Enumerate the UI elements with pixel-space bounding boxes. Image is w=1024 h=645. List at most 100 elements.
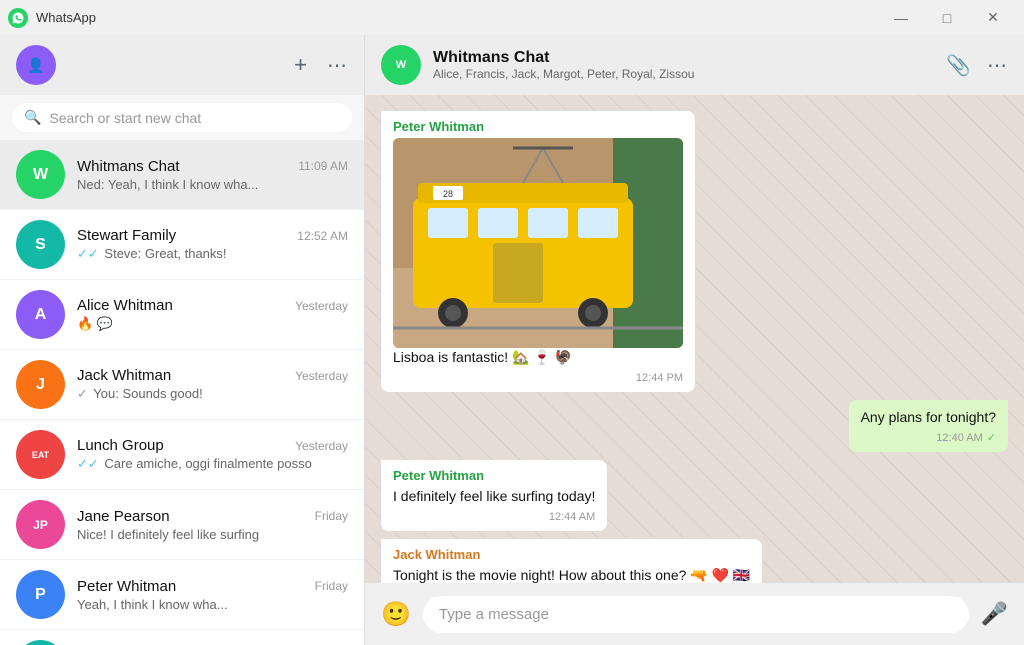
message-time: 12:44 PM: [636, 372, 683, 384]
chat-preview: 🔥 💬: [77, 316, 348, 332]
title-bar-left: WhatsApp: [8, 8, 96, 28]
message-check: ✓: [987, 431, 996, 444]
chat-info: Stewart Family 12:52 AM ✓✓ Steve: Great,…: [77, 227, 348, 262]
chat-preview: Nice! I definitely feel like surfing: [77, 527, 348, 542]
input-area: 🙂 🎤: [365, 583, 1024, 645]
chat-time: Yesterday: [295, 369, 348, 383]
chat-info: Peter Whitman Friday Yeah, I think I kno…: [77, 578, 348, 612]
chat-preview: Ned: Yeah, I think I know wha...: [77, 177, 348, 192]
user-avatar[interactable]: 👤: [16, 45, 56, 85]
chat-time: 11:09 AM: [298, 159, 348, 173]
search-bar: 🔍: [0, 95, 364, 140]
svg-text:28: 28: [443, 189, 453, 199]
chat-list-item-alice[interactable]: A Alice Whitman Yesterday 🔥 💬: [0, 280, 364, 350]
title-bar: WhatsApp — □ ✕: [0, 0, 1024, 35]
chat-info-top: Stewart Family 12:52 AM: [77, 227, 348, 244]
chat-avatar: W: [16, 150, 65, 199]
message-bubble-m4: Jack Whitman Tonight is the movie night! …: [381, 539, 762, 583]
chat-name: Lunch Group: [77, 437, 164, 454]
chat-info: Lunch Group Yesterday ✓✓ Care amiche, og…: [77, 437, 348, 472]
message-meta: 12:44 AM: [393, 511, 595, 523]
chat-preview: Yeah, I think I know wha...: [77, 597, 348, 612]
chat-list-item-jack[interactable]: J Jack Whitman Yesterday ✓ You: Sounds g…: [0, 350, 364, 420]
chat-area: W Whitmans Chat Alice, Francis, Jack, Ma…: [365, 35, 1024, 645]
chat-menu-button[interactable]: ⋯: [987, 53, 1008, 78]
search-input-wrap: 🔍: [12, 103, 352, 132]
chat-avatar: A: [16, 290, 65, 339]
chat-info: Alice Whitman Yesterday 🔥 💬: [77, 297, 348, 332]
message-text: Lisboa is fantastic! 🏡 🍷 🦃: [393, 348, 683, 368]
message-sender: Jack Whitman: [393, 547, 750, 562]
chat-avatar-img: W: [16, 150, 65, 199]
message-text: I definitely feel like surfing today!: [393, 487, 595, 507]
chat-preview: ✓ You: Sounds good!: [77, 386, 348, 402]
chat-name: Whitmans Chat: [77, 158, 180, 175]
search-input[interactable]: [49, 110, 340, 126]
chat-list-item-whitmans[interactable]: W Whitmans Chat 11:09 AM Ned: Yeah, I th…: [0, 140, 364, 210]
message-image: 28: [393, 138, 683, 348]
chat-name: Jane Pearson: [77, 508, 170, 525]
chat-time: 12:52 AM: [297, 229, 348, 243]
chat-list-item-lunch[interactable]: EAT Lunch Group Yesterday ✓✓ Care amiche…: [0, 420, 364, 490]
chat-name: Stewart Family: [77, 227, 176, 244]
message-time: 12:40 AM: [936, 432, 982, 444]
chat-preview: ✓✓ Care amiche, oggi finalmente posso: [77, 456, 348, 472]
message-text: Tonight is the movie night! How about th…: [393, 566, 750, 583]
message-text: Any plans for tonight?: [861, 408, 996, 428]
menu-button[interactable]: ⋯: [327, 52, 348, 78]
chat-avatar-img: S: [16, 220, 65, 269]
double-check-icon: ✓✓: [77, 456, 99, 471]
sidebar: 👤 + ⋯ 🔍 W Whitmans Chat 11:09 AM: [0, 35, 365, 645]
chat-info-top: Peter Whitman Friday: [77, 578, 348, 595]
close-button[interactable]: ✕: [970, 2, 1016, 34]
chat-avatar-img: EAT: [16, 430, 65, 479]
chat-name: Alice Whitman: [77, 297, 173, 314]
user-avatar-img: 👤: [16, 45, 56, 85]
chat-time: Yesterday: [295, 299, 348, 313]
chat-info: Jane Pearson Friday Nice! I definitely f…: [77, 508, 348, 542]
chat-avatar-img: J: [16, 360, 65, 409]
messages-area: Peter Whitman: [365, 95, 1024, 583]
chat-avatar-img: P: [16, 570, 65, 619]
window-controls: — □ ✕: [878, 2, 1016, 34]
chat-list-item-stewart[interactable]: S Stewart Family 12:52 AM ✓✓ Steve: Grea…: [0, 210, 364, 280]
chat-info-top: Alice Whitman Yesterday: [77, 297, 348, 314]
message-meta: 12:40 AM ✓: [861, 431, 996, 444]
message-time: 12:44 AM: [549, 511, 595, 523]
chat-list-item-stewart2[interactable]: S Stewart Family Friday Steve: Great, th…: [0, 630, 364, 645]
mic-button[interactable]: 🎤: [981, 601, 1008, 627]
chat-avatar: S: [16, 220, 65, 269]
chat-list-item-peter[interactable]: P Peter Whitman Friday Yeah, I think I k…: [0, 560, 364, 630]
group-avatar: W: [381, 45, 421, 85]
double-check-icon: ✓✓: [77, 246, 99, 261]
chat-time: Yesterday: [295, 439, 348, 453]
app-logo: [8, 8, 28, 28]
chat-list: W Whitmans Chat 11:09 AM Ned: Yeah, I th…: [0, 140, 364, 645]
attach-button[interactable]: 📎: [946, 53, 971, 78]
app-title: WhatsApp: [36, 10, 96, 25]
single-check-icon: ✓: [77, 386, 88, 401]
chat-list-item-jane[interactable]: JP Jane Pearson Friday Nice! I definitel…: [0, 490, 364, 560]
emoji-button[interactable]: 🙂: [381, 600, 411, 629]
chat-name: Jack Whitman: [77, 367, 171, 384]
chat-avatar-img: A: [16, 290, 65, 339]
chat-time: Friday: [315, 509, 348, 523]
sidebar-actions: + ⋯: [294, 52, 348, 78]
message-bubble-m1: Peter Whitman: [381, 111, 695, 392]
maximize-button[interactable]: □: [924, 2, 970, 34]
chat-avatar: S: [16, 640, 65, 645]
message-sender: Peter Whitman: [393, 119, 683, 134]
chat-info: Whitmans Chat 11:09 AM Ned: Yeah, I thin…: [77, 158, 348, 192]
chat-title: Whitmans Chat: [433, 49, 934, 67]
chat-avatar: EAT: [16, 430, 65, 479]
new-chat-button[interactable]: +: [294, 52, 307, 78]
chat-info-top: Jack Whitman Yesterday: [77, 367, 348, 384]
chat-name: Peter Whitman: [77, 578, 176, 595]
message-input[interactable]: [423, 596, 969, 633]
minimize-button[interactable]: —: [878, 2, 924, 34]
sidebar-header: 👤 + ⋯: [0, 35, 364, 95]
chat-info: Jack Whitman Yesterday ✓ You: Sounds goo…: [77, 367, 348, 402]
message-meta: 12:44 PM: [393, 372, 683, 384]
chat-header-avatar: W: [381, 45, 421, 85]
chat-avatar: JP: [16, 500, 65, 549]
